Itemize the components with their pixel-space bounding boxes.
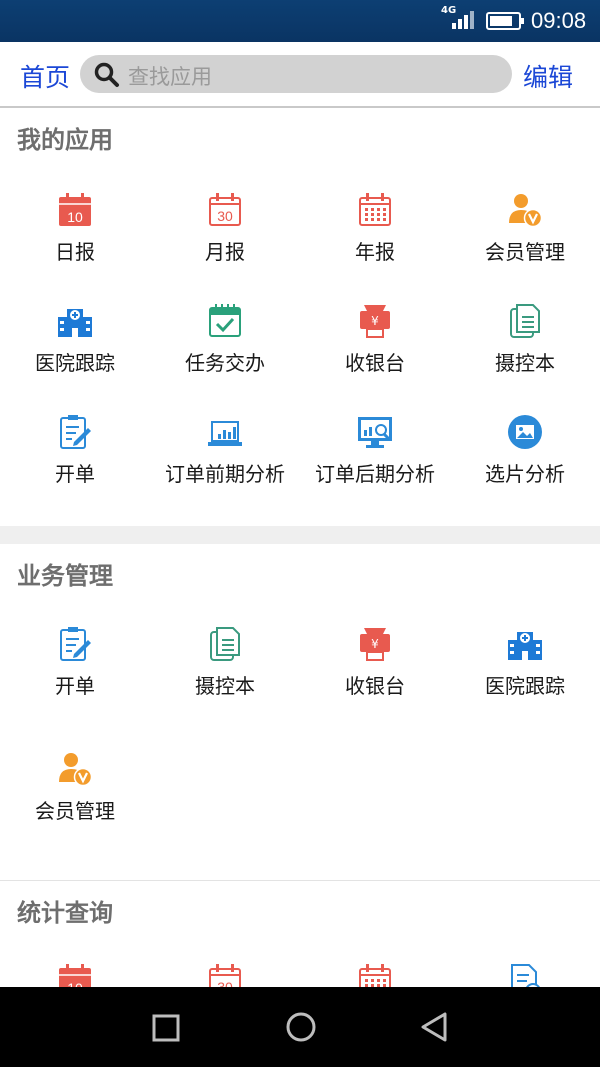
svg-text:10: 10 xyxy=(67,209,83,225)
app-item-label: 摄控本 xyxy=(495,351,555,375)
calendar-day-icon: 10 xyxy=(57,192,93,228)
monitor-search-icon xyxy=(357,414,393,450)
section-business: 业务管理 开单 摄控本 ¥ 收银台 医院跟踪会员管理 xyxy=(0,544,600,880)
app-item[interactable]: 医院跟踪 xyxy=(0,303,150,403)
app-item[interactable]: 10 xyxy=(0,963,150,987)
app-item[interactable]: 10 日报 xyxy=(0,192,150,292)
recent-apps-button[interactable] xyxy=(152,1014,180,1042)
section-title: 我的应用 xyxy=(17,126,113,154)
calendar-year-icon xyxy=(357,192,393,228)
section-title: 统计查询 xyxy=(17,899,113,927)
section-my-apps: 我的应用 10 日报 30 月报 年报 会员管理医院跟踪 任务交办 ¥ 收银台 摄控本开单 订单前期… xyxy=(0,108,600,526)
battery-icon xyxy=(486,12,524,30)
hospital-icon xyxy=(507,626,543,662)
app-item-label: 会员管理 xyxy=(35,799,115,823)
calendar-month-icon: 30 xyxy=(207,192,243,228)
svg-text:30: 30 xyxy=(217,979,233,987)
app-item-label: 会员管理 xyxy=(485,240,565,264)
app-item-label: 任务交办 xyxy=(185,351,265,375)
status-bar: 4G 09:08 xyxy=(0,0,600,42)
app-item[interactable]: 订单前期分析 xyxy=(150,414,300,514)
app-item[interactable]: ¥ 收银台 xyxy=(300,303,450,403)
app-item[interactable]: 年报 xyxy=(300,192,450,292)
app-item[interactable]: 会员管理 xyxy=(450,192,600,292)
app-item[interactable]: 摄控本 xyxy=(150,626,300,726)
app-item-label: 日报 xyxy=(55,240,95,264)
app-item[interactable]: 30 月报 xyxy=(150,192,300,292)
search-icon xyxy=(94,62,119,87)
app-item[interactable]: 订单后期分析 xyxy=(300,414,450,514)
navigation-bar xyxy=(0,987,600,1067)
section-statistics: 统计查询 10 30 xyxy=(0,881,600,987)
document-icon xyxy=(207,626,243,662)
signal-icon xyxy=(452,11,474,29)
calendar-day-icon: 10 xyxy=(57,963,93,987)
cashier-icon: ¥ xyxy=(357,303,393,339)
member-icon xyxy=(507,192,543,228)
header: 首页 查找应用 编辑 xyxy=(0,42,600,108)
task-calendar-icon xyxy=(207,303,243,339)
clipboard-edit-icon xyxy=(57,626,93,662)
app-item-label: 开单 xyxy=(55,674,95,698)
app-item-label: 月报 xyxy=(205,240,245,264)
svg-text:¥: ¥ xyxy=(371,637,379,651)
home-link[interactable]: 首页 xyxy=(20,58,70,94)
app-item-label: 医院跟踪 xyxy=(35,351,115,375)
app-item[interactable]: 30 xyxy=(150,963,300,987)
app-item[interactable]: 任务交办 xyxy=(150,303,300,403)
back-button[interactable] xyxy=(419,1011,449,1043)
app-item[interactable]: 医院跟踪 xyxy=(450,626,600,726)
app-item-label: 收银台 xyxy=(345,674,405,698)
home-button[interactable] xyxy=(285,1011,317,1043)
calendar-year-icon xyxy=(357,963,393,987)
svg-text:10: 10 xyxy=(67,980,83,987)
app-item-label: 开单 xyxy=(55,462,95,486)
app-item-label: 订单后期分析 xyxy=(315,462,435,486)
svg-text:30: 30 xyxy=(217,208,233,224)
app-item[interactable] xyxy=(300,963,450,987)
document-icon xyxy=(507,303,543,339)
hospital-icon xyxy=(57,303,93,339)
section-title: 业务管理 xyxy=(17,562,113,590)
app-item[interactable]: 开单 xyxy=(0,626,150,726)
clipboard-edit-icon xyxy=(57,414,93,450)
calendar-month-icon: 30 xyxy=(207,963,243,987)
app-item-label: 医院跟踪 xyxy=(485,674,565,698)
app-item-label: 摄控本 xyxy=(195,674,255,698)
svg-text:¥: ¥ xyxy=(371,314,379,328)
app-item[interactable]: 选片分析 xyxy=(450,414,600,514)
app-item-label: 收银台 xyxy=(345,351,405,375)
laptop-chart-icon xyxy=(207,414,243,450)
edit-button[interactable]: 编辑 xyxy=(523,58,573,94)
status-time: 09:08 xyxy=(531,8,587,33)
member-icon xyxy=(57,751,93,787)
app-item[interactable] xyxy=(450,963,600,987)
app-item-label: 年报 xyxy=(355,240,395,264)
app-item[interactable]: 开单 xyxy=(0,414,150,514)
document-clock-icon xyxy=(507,963,543,987)
search-placeholder: 查找应用 xyxy=(128,65,212,89)
app-item-label: 订单前期分析 xyxy=(165,462,285,486)
app-item[interactable]: 会员管理 xyxy=(0,751,150,851)
cashier-icon: ¥ xyxy=(357,626,393,662)
app-item-label: 选片分析 xyxy=(485,462,565,486)
photo-icon xyxy=(507,414,543,450)
app-item[interactable]: 摄控本 xyxy=(450,303,600,403)
search-input[interactable]: 查找应用 xyxy=(80,55,512,93)
section-gap xyxy=(0,526,600,544)
app-item[interactable]: ¥ 收银台 xyxy=(300,626,450,726)
